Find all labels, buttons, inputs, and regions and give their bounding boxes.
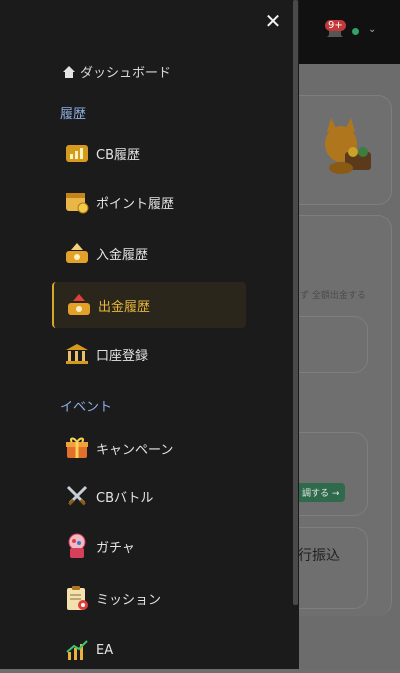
bank-icon xyxy=(64,341,90,367)
ea-icon xyxy=(64,637,90,663)
scrollbar-thumb[interactable] xyxy=(293,0,298,605)
nav-dashboard[interactable]: ダッシュボード xyxy=(62,62,171,81)
nav-item-ea[interactable]: EA xyxy=(52,627,244,673)
nav-item-campaign[interactable]: キャンペーン xyxy=(52,425,244,471)
nav-item-withdraw-history[interactable]: 出金履歴 xyxy=(52,282,246,328)
mission-icon xyxy=(64,585,90,611)
withdraw-icon xyxy=(66,292,92,318)
close-icon[interactable]: ✕ xyxy=(262,10,284,32)
nav-item-label: ガチャ xyxy=(96,540,135,556)
gift-icon xyxy=(64,435,90,461)
nav-item-label: ミッション xyxy=(96,592,162,608)
section-title-event: イベント xyxy=(60,400,113,415)
cat-mascot-icon xyxy=(325,118,371,174)
nav-item-mission[interactable]: ミッション xyxy=(52,575,244,621)
calendar-coin-icon xyxy=(64,189,90,215)
section-title-history: 履歴 xyxy=(60,107,87,122)
status-dot xyxy=(352,28,359,35)
nav-item-label: CBバトル xyxy=(96,490,154,506)
swords-icon xyxy=(64,483,90,509)
gacha-icon xyxy=(64,533,90,559)
nav-item-account-registration[interactable]: 口座登録 xyxy=(52,331,244,377)
chevron-down-icon[interactable]: ⌄ xyxy=(368,24,376,35)
deposit-icon xyxy=(64,240,90,266)
nav-item-cb-history[interactable]: CB履歴 xyxy=(52,130,244,176)
nav-item-label: 口座登録 xyxy=(96,348,149,364)
nav-item-label: 入金履歴 xyxy=(96,247,149,263)
chart-icon xyxy=(64,140,90,166)
home-icon xyxy=(63,65,75,78)
withdraw-all-link[interactable]: ず 全額出金する xyxy=(300,288,366,301)
nav-item-label: CB履歴 xyxy=(96,147,140,163)
nav-item-deposit-history[interactable]: 入金履歴 xyxy=(52,230,244,276)
method-button[interactable]: 調する → xyxy=(296,483,346,502)
nav-item-label: EA xyxy=(96,642,114,658)
nav-dashboard-label: ダッシュボード xyxy=(80,66,172,81)
nav-item-label: ポイント履歴 xyxy=(96,196,175,212)
nav-item-label: 出金履歴 xyxy=(98,299,151,315)
bank-transfer-label: 行振込 xyxy=(298,548,340,564)
nav-item-label: キャンペーン xyxy=(96,442,174,458)
nav-item-point-history[interactable]: ポイント履歴 xyxy=(52,179,244,225)
notification-badge: 9+ xyxy=(325,20,346,31)
nav-item-gacha[interactable]: ガチャ xyxy=(52,523,244,569)
nav-item-cb-battle[interactable]: CBバトル xyxy=(52,473,244,519)
